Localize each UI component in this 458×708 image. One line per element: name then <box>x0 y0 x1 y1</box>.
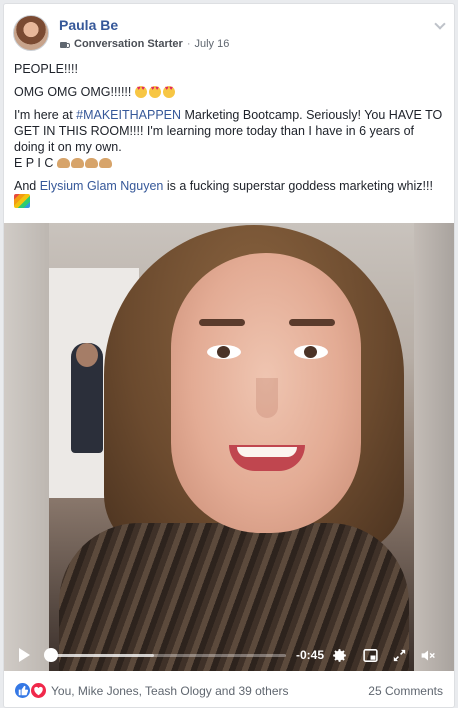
video-pillarbox-right <box>414 223 454 671</box>
like-reaction-icon[interactable] <box>14 682 31 699</box>
post-body: PEOPLE!!!! OMG OMG OMG!!!!!! I'm here at… <box>14 61 446 219</box>
heart-eyes-emoji-group <box>134 86 175 98</box>
post-line: And Elysium Glam Nguyen is a fucking sup… <box>14 178 446 212</box>
video-player[interactable]: -0:45 <box>4 223 454 671</box>
post-date[interactable]: July 16 <box>194 38 229 50</box>
seek-handle[interactable] <box>43 648 58 662</box>
meta-separator: · <box>186 38 191 50</box>
subject-eye-left <box>207 345 241 359</box>
heart-eyes-emoji <box>134 86 147 98</box>
time-remaining: -0:45 <box>296 648 325 662</box>
subject-nose <box>256 378 278 418</box>
chevron-down-icon[interactable] <box>433 19 447 33</box>
progress-track[interactable] <box>46 654 286 657</box>
clap-emoji <box>84 158 98 168</box>
clap-emoji <box>56 158 70 168</box>
video-pillarbox-left <box>4 223 49 671</box>
subject-brow-right <box>289 319 335 326</box>
heart-eyes-emoji <box>162 86 175 98</box>
subject-brow-left <box>199 319 245 326</box>
gear-icon[interactable] <box>331 647 348 664</box>
clap-emoji <box>98 158 112 168</box>
post-line: OMG OMG OMG!!!!!! <box>14 84 446 100</box>
video-controls: -0:45 <box>4 638 454 671</box>
mention-link[interactable]: Elysium Glam Nguyen <box>40 179 164 193</box>
pip-icon[interactable] <box>362 647 379 664</box>
reaction-names[interactable]: You, Mike Jones, Teash Ology and 39 othe… <box>51 684 289 698</box>
background-person-head <box>76 343 98 367</box>
clap-emoji-group <box>56 156 113 170</box>
comments-count-link[interactable]: 25 Comments <box>368 684 443 698</box>
epic-text: E P I C <box>14 156 54 170</box>
post-card: Paula Be Conversation Starter · July 16 … <box>3 3 455 708</box>
play-icon[interactable] <box>19 648 30 662</box>
clap-emoji <box>70 158 84 168</box>
author-name[interactable]: Paula Be <box>59 17 118 33</box>
love-reaction-icon[interactable] <box>30 682 47 699</box>
post-header: Paula Be Conversation Starter · July 16 <box>13 15 447 55</box>
member-badge[interactable]: Conversation Starter <box>74 38 183 50</box>
fullscreen-icon[interactable] <box>391 647 408 664</box>
volume-muted-icon[interactable] <box>418 647 438 664</box>
post-line: PEOPLE!!!! <box>14 62 78 76</box>
reaction-bar: You, Mike Jones, Teash Ology and 39 othe… <box>4 676 454 706</box>
rainbow-emoji <box>14 194 30 208</box>
post-meta: Conversation Starter · July 16 <box>59 38 229 50</box>
buffered-bar <box>46 654 154 657</box>
heart-eyes-emoji <box>148 86 161 98</box>
author-avatar[interactable] <box>13 15 49 51</box>
coffee-cup-icon <box>59 39 70 49</box>
post-line: I'm here at #MAKEITHAPPEN Marketing Boot… <box>14 108 443 170</box>
video-frame[interactable] <box>49 223 414 671</box>
hashtag-link[interactable]: #MAKEITHAPPEN <box>76 108 181 122</box>
subject-eye-right <box>294 345 328 359</box>
